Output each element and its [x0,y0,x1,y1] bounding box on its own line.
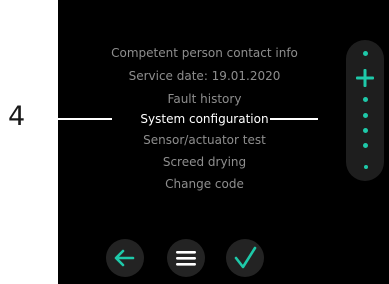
confirm-button[interactable] [226,239,264,277]
device-display: Competent person contact info Service da… [58,0,389,284]
scrollbar[interactable] [346,40,384,181]
scroll-dot [363,143,368,148]
hamburger-menu-icon [176,251,196,266]
selection-line-right [270,118,318,120]
checkmark-icon [234,246,257,269]
scroll-dot [363,97,368,102]
menu-item-screed-drying[interactable]: Screed drying [58,154,351,170]
menu-item-service-date[interactable]: Service date: 19.01.2020 [58,68,351,84]
scroll-dot [363,128,368,133]
step-number: 4 [8,101,26,132]
menu-item-sensor-actuator-test[interactable]: Sensor/actuator test [58,132,351,148]
scroll-top-dot [363,51,368,56]
scroll-dot [363,165,368,169]
scroll-dot [363,113,368,118]
menu-item-fault-history[interactable]: Fault history [58,91,351,107]
menu-button[interactable] [167,239,205,277]
left-arrow-icon [114,249,135,267]
menu-item-contact-info[interactable]: Competent person contact info [58,45,351,61]
menu-item-change-code[interactable]: Change code [58,176,351,192]
plus-icon[interactable] [354,67,376,89]
back-button[interactable] [106,239,144,277]
